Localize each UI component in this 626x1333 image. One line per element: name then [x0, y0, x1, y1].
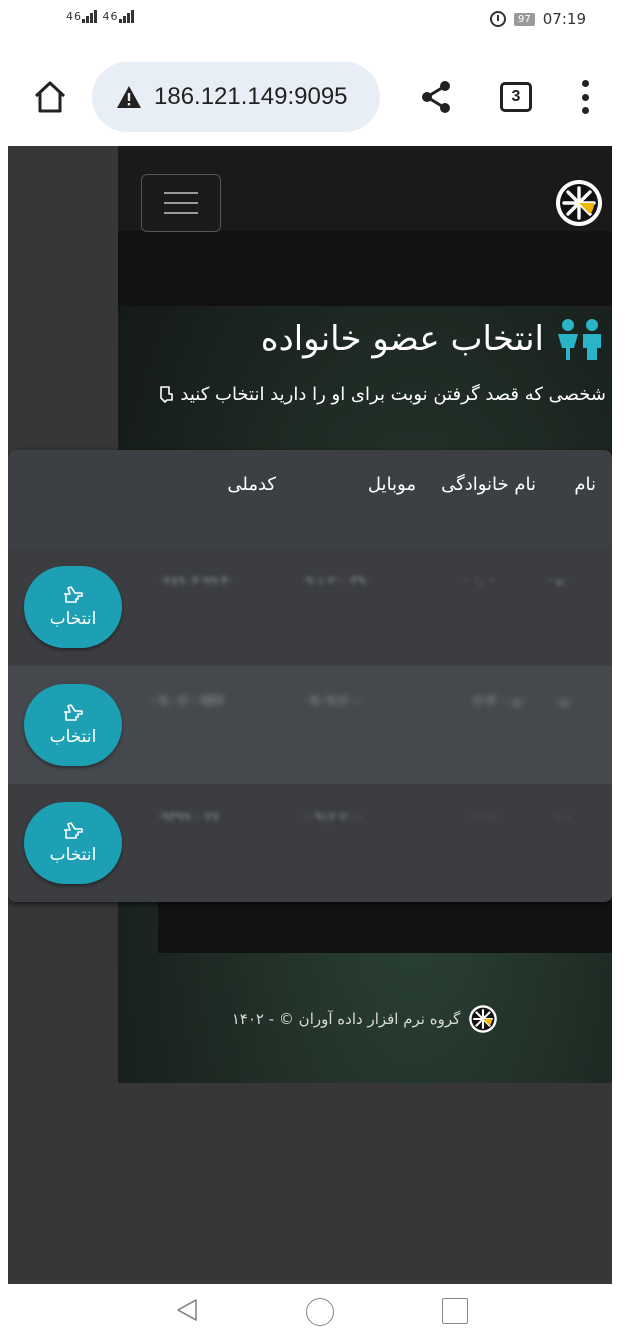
home-icon[interactable] — [32, 80, 68, 114]
cell-last-name: · ·, · — [464, 574, 495, 589]
signal-indicators: 46 46 — [66, 10, 135, 23]
pointing-down-icon — [159, 386, 173, 403]
header-mobile: موبایل — [367, 474, 416, 495]
cell-last-name: ·· ·۰· — [470, 810, 498, 825]
footer-text: گروه نرم افزار داده آوران © - ۱۴۰۲ — [231, 1010, 461, 1028]
table-row: · · ·· ·۰· ·۰۹۱۲·۲·۰· ·۹۳۹۹·۰·۲۷ انتخاب — [8, 784, 612, 902]
select-member-button[interactable]: انتخاب — [24, 566, 122, 648]
cell-first-name: · · — [556, 810, 572, 825]
cell-mobile: ·۹·۱·۲·۰·۳۹· — [302, 574, 369, 589]
select-label: انتخاب — [49, 609, 97, 629]
page-footer: گروه نرم افزار داده آوران © - ۱۴۰۲ — [118, 1004, 612, 1034]
table-header: نام نام خانوادگی موبایل کدملی — [8, 450, 612, 548]
cell-mobile: ·۹۰۹·۲·۰· — [306, 692, 366, 710]
company-logo-icon — [469, 1005, 498, 1033]
android-nav-bar — [0, 1284, 626, 1333]
background-floor — [158, 901, 612, 953]
company-logo-icon[interactable] — [554, 178, 604, 228]
cell-last-name: ·۲·ه·۰ ۳· — [470, 692, 526, 710]
page-subtitle-text: شخصی که قصد گرفتن نوبت برای او را دارید … — [180, 384, 606, 405]
table-row: ·ه· ·۲·ه·۰ ۳· ·۹۰۹·۲·۰· ·۰۹۰·۲·۰۹۴۲ انتخ… — [8, 666, 612, 784]
page-subtitle: شخصی که قصد گرفتن نوبت برای او را دارید … — [136, 382, 606, 407]
pointing-hand-icon — [64, 586, 83, 603]
cell-mobile: ·۰۹۱۲·۲·۰· — [304, 810, 363, 825]
hamburger-menu-button[interactable] — [141, 174, 221, 232]
signal-bars-icon — [118, 10, 135, 23]
battery-icon: 97 — [514, 12, 535, 26]
cell-first-name: ·ه· — [556, 692, 574, 710]
pointing-hand-icon — [64, 704, 83, 721]
select-label: انتخاب — [49, 845, 97, 865]
signal-bars-icon — [82, 10, 98, 23]
select-member-button[interactable]: انتخاب — [24, 802, 122, 884]
warning-icon[interactable] — [116, 85, 142, 109]
cell-national-id: ·۰۹۰·۲·۰۹۴۲ — [146, 692, 225, 710]
tabs-count: 3 — [511, 88, 521, 105]
alarm-icon — [490, 11, 507, 27]
clock: 07:19 — [542, 10, 586, 28]
header-last-name: نام خانوادگی — [441, 474, 536, 495]
more-menu-icon[interactable] — [580, 80, 590, 114]
cell-first-name: ·‌·ه· — [548, 574, 568, 589]
address-bar[interactable]: 186.121.149:9095 — [92, 62, 380, 132]
recent-apps-icon[interactable] — [442, 1298, 468, 1324]
back-icon[interactable] — [176, 1298, 198, 1322]
url-text: 186.121.149:9095 — [154, 83, 348, 110]
status-bar: 46 46 97 07:19 — [0, 0, 626, 48]
select-member-button[interactable]: انتخاب — [24, 684, 122, 766]
page-title-text: انتخاب عضو خانواده — [260, 319, 544, 359]
page-title: انتخاب عضو خانواده — [261, 318, 606, 360]
signal-label-1: 46 — [66, 10, 82, 23]
select-label: انتخاب — [49, 727, 97, 747]
tabs-count-button[interactable]: 3 — [500, 82, 532, 112]
status-right: 97 07:19 — [490, 10, 586, 28]
header-national-id: کدملی — [227, 474, 276, 495]
pointing-hand-icon — [64, 822, 83, 839]
cell-national-id: ·۲۸۹۰۴·۹۹·۴· — [160, 574, 233, 589]
header-first-name: نام — [574, 474, 596, 495]
home-circle-icon[interactable] — [306, 1298, 334, 1326]
signal-label-2: 46 — [102, 10, 119, 23]
family-icon — [558, 319, 601, 360]
background-top-shade — [118, 231, 612, 306]
browser-toolbar: 186.121.149:9095 3 — [0, 58, 626, 134]
members-table: نام نام خانوادگی موبایل کدملی ·‌·ه· · ·,… — [8, 450, 612, 902]
table-row: ·‌·ه· · ·, · ·۹·۱·۲·۰·۳۹· ·۲۸۹۰۴·۹۹·۴· ا… — [8, 548, 612, 666]
share-icon[interactable] — [420, 80, 452, 114]
cell-national-id: ·۹۳۹۹·۰·۲۷ — [158, 810, 220, 825]
web-viewport: انتخاب عضو خانواده شخصی که قصد گرفتن نوب… — [8, 146, 612, 1284]
